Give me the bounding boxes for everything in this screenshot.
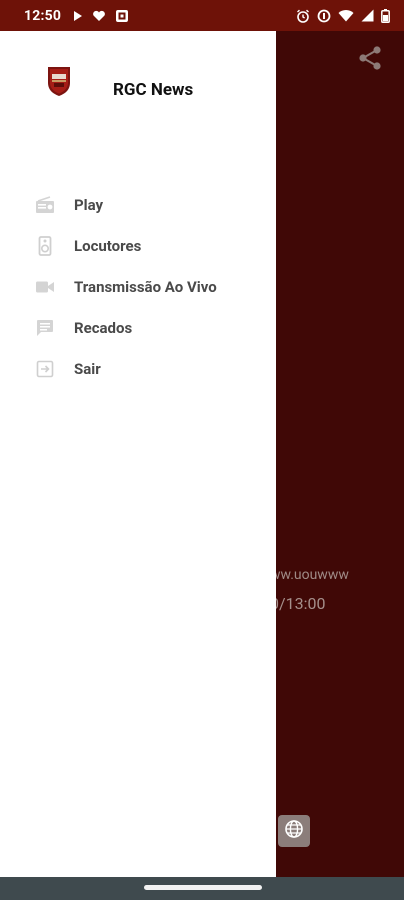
menu-item-transmissao[interactable]: Transmissão Ao Vivo [0, 266, 276, 307]
globe-button[interactable] [278, 815, 310, 847]
menu-item-locutores[interactable]: Locutores [0, 225, 276, 266]
drawer-menu: Play Locutores Transmissão Ao Vivo Recad… [0, 184, 276, 389]
menu-item-play[interactable]: Play [0, 184, 276, 225]
navigation-drawer: RGC News Play Locutores Transmissão Ao V… [0, 31, 276, 877]
menu-item-label: Sair [74, 359, 101, 378]
app-title: RGC News [113, 80, 194, 100]
status-bar: 12:50 [0, 0, 404, 31]
speaker-icon [35, 235, 55, 256]
home-gesture-handle[interactable] [144, 885, 262, 890]
menu-item-label: Transmissão Ao Vivo [74, 277, 217, 296]
system-nav-bar [0, 877, 404, 900]
radio-icon [35, 195, 55, 215]
menu-item-sair[interactable]: Sair [0, 348, 276, 389]
menu-item-label: Locutores [74, 236, 142, 255]
message-icon [35, 318, 55, 338]
menu-item-recados[interactable]: Recados [0, 307, 276, 348]
data-saver-icon [317, 9, 331, 23]
share-icon[interactable] [356, 44, 384, 72]
stream-url-text: ww.uouwww [270, 567, 349, 583]
videocam-icon [35, 277, 55, 297]
menu-item-label: Play [74, 195, 104, 214]
app-logo [46, 65, 72, 97]
wifi-icon [338, 9, 354, 22]
menu-item-label: Recados [74, 318, 133, 337]
exit-icon [35, 359, 55, 379]
heart-shield-icon [92, 10, 106, 22]
globe-icon [284, 819, 304, 843]
battery-icon [381, 8, 390, 23]
stream-time-text: 0/13:00 [270, 594, 326, 613]
status-time: 12:50 [24, 7, 62, 24]
signal-icon [361, 9, 374, 22]
play-icon [73, 10, 83, 22]
app-badge-icon [115, 9, 129, 23]
drawer-header: RGC News [0, 31, 276, 171]
alarm-icon [296, 9, 310, 23]
